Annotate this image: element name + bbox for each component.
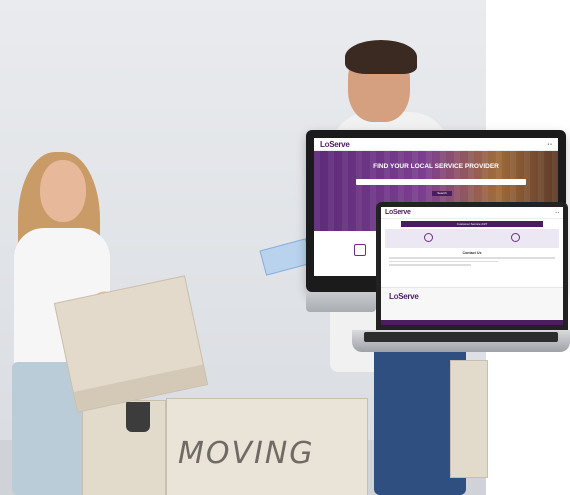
monitor-hero-heading: FIND YOUR LOCAL SERVICE PROVIDER — [373, 163, 499, 170]
logo-accent-letter: o — [388, 209, 393, 216]
laptop-contact-heading: Contact Us — [462, 251, 482, 255]
laptop-site-footer: LoServe — [381, 287, 563, 320]
man-hair — [345, 40, 417, 74]
moving-box-label: MOVING — [178, 436, 315, 471]
woman-face — [40, 160, 86, 222]
monitor-site-nav: ● ● — [547, 142, 552, 146]
hero-scene: MOVING LoServe ● ● FIND YOUR LOCAL SERVI… — [0, 0, 570, 495]
text-line — [389, 264, 471, 266]
monitor-search-button: Search — [432, 191, 452, 196]
truck-icon — [354, 244, 366, 256]
text-line — [389, 257, 555, 259]
laptop-keyboard — [364, 332, 558, 342]
logo-accent-letter: o — [393, 292, 399, 301]
laptop-screen: LoServe ● ● Customer Service 24/7 Contac… — [381, 207, 563, 325]
laptop-site-logo: LoServe — [385, 209, 411, 216]
laptop-site-nav: ● ● — [555, 211, 559, 214]
monitor-site-header: LoServe ● ● — [314, 138, 558, 151]
laptop-site-header: LoServe ● ● — [381, 207, 563, 219]
laptop-contact-cards — [385, 229, 559, 248]
email-card — [511, 233, 520, 244]
mug — [126, 402, 150, 432]
phone-icon — [424, 233, 433, 242]
logo-accent-letter: o — [324, 139, 330, 149]
laptop-footer-logo: LoServe — [389, 292, 419, 301]
laptop-copyright-bar — [381, 320, 563, 325]
monitor-stand — [306, 292, 376, 312]
cardboard-box-right — [450, 360, 488, 478]
monitor-search-input — [356, 179, 526, 185]
email-icon — [511, 233, 520, 242]
laptop: LoServe ● ● Customer Service 24/7 Contac… — [376, 202, 568, 330]
cardboard-box-left — [82, 400, 166, 495]
text-line — [389, 260, 499, 262]
phone-card — [424, 233, 433, 244]
monitor-site-logo: LoServe — [320, 139, 350, 149]
laptop-cta-banner: Customer Service 24/7 — [401, 221, 543, 227]
